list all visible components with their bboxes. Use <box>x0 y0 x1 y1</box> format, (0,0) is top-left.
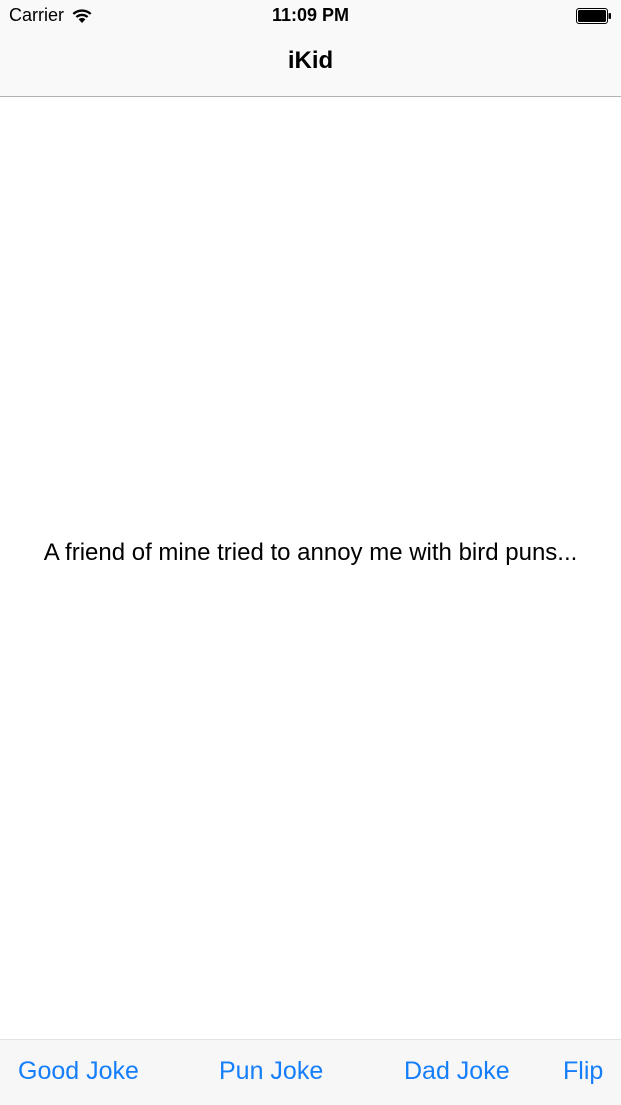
pun-joke-button[interactable]: Pun Joke <box>219 1057 323 1086</box>
good-joke-button[interactable]: Good Joke <box>18 1057 139 1086</box>
battery-icon <box>576 8 611 24</box>
status-time: 11:09 PM <box>271 5 350 25</box>
flip-button[interactable]: Flip <box>563 1057 603 1086</box>
dad-joke-button[interactable]: Dad Joke <box>404 1057 510 1086</box>
page-title: iKid <box>287 47 334 74</box>
joke-content-area: A friend of mine tried to annoy me with … <box>0 97 621 1039</box>
navigation-bar: iKid <box>0 32 621 97</box>
joke-text: A friend of mine tried to annoy me with … <box>43 539 578 566</box>
status-bar: Carrier 11:09 PM <box>0 0 621 32</box>
bottom-toolbar: Good Joke Pun Joke Dad Joke Flip <box>0 1039 621 1105</box>
